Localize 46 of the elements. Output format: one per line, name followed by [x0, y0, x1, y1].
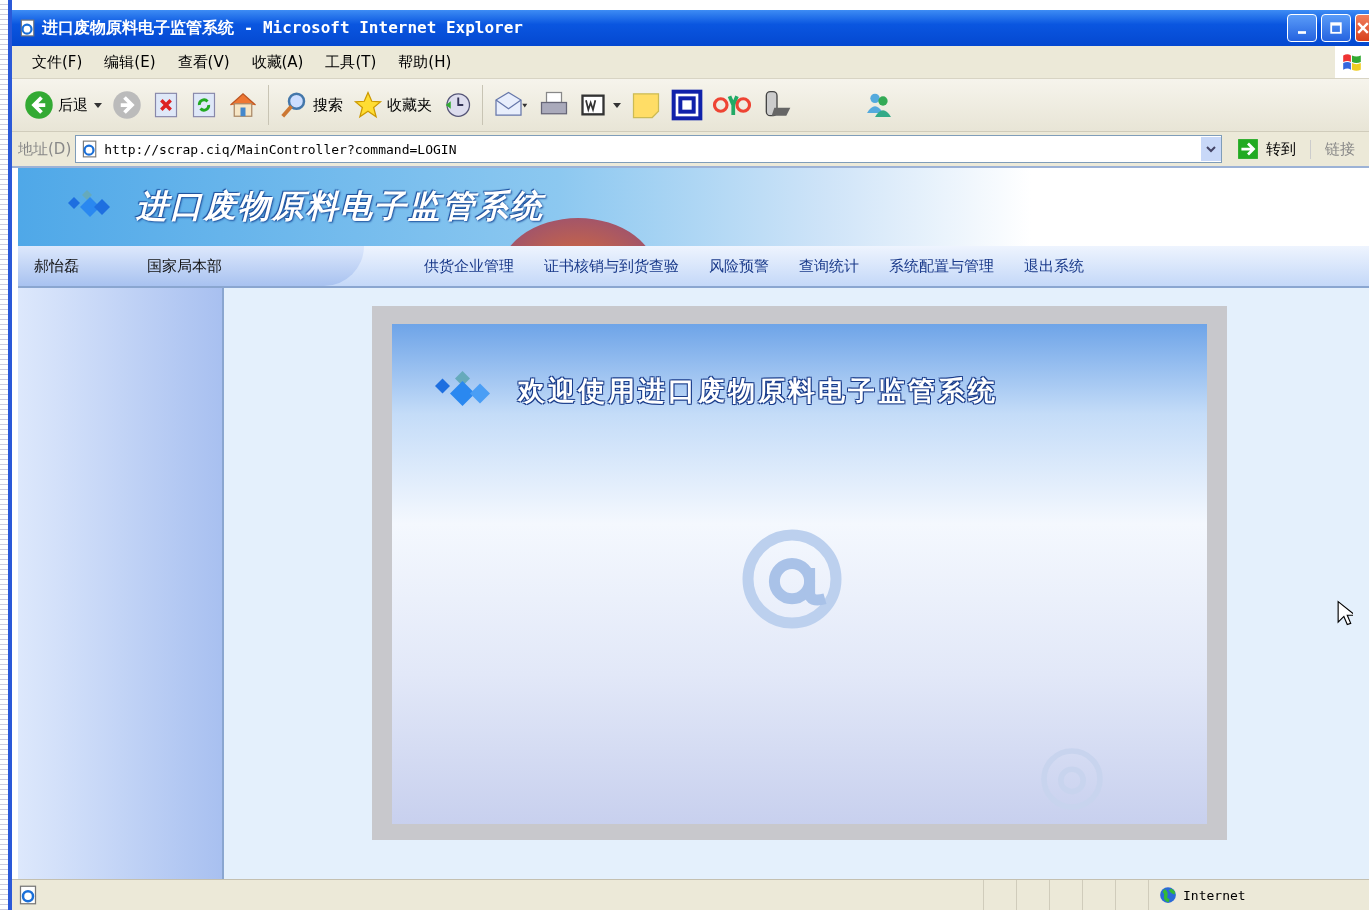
ie-page-icon [18, 885, 38, 905]
back-button[interactable]: 后退 [24, 90, 88, 120]
menu-item[interactable]: 工具(T) [317, 52, 385, 72]
ie-page-icon [18, 19, 36, 37]
nav-link[interactable]: 查询统计 [799, 256, 859, 276]
menu-item[interactable]: 查看(V) [169, 52, 238, 72]
nav-link[interactable]: 退出系统 [1024, 256, 1084, 276]
user-name: 郝怡磊 [34, 256, 79, 276]
menu-item[interactable]: 收藏(A) [243, 52, 312, 72]
minimize-button[interactable] [1287, 14, 1317, 42]
star-icon [353, 90, 383, 120]
nav-link[interactable]: 供货企业管理 [424, 256, 514, 276]
caret-icon[interactable] [94, 102, 102, 108]
windows-logo-icon [1335, 46, 1369, 78]
window-title: 进口废物原料电子监管系统 - Microsoft Internet Explorer [42, 17, 523, 39]
close-icon [1356, 22, 1369, 34]
address-field[interactable]: http://scrap.ciq/MainController?command=LOGIN [75, 135, 1222, 163]
caret-icon[interactable] [613, 102, 621, 108]
minimize-icon [1298, 30, 1306, 34]
nav-link[interactable]: 系统配置与管理 [889, 256, 994, 276]
globe-icon [1159, 886, 1177, 904]
close-button[interactable] [1355, 14, 1369, 42]
address-label: 地址(D) [18, 139, 72, 159]
refresh-icon[interactable] [190, 91, 218, 119]
dropdown-button[interactable] [1201, 137, 1221, 161]
nav-link[interactable]: 风险预警 [709, 256, 769, 276]
chevron-down-icon [1206, 144, 1216, 154]
maximize-button[interactable] [1321, 14, 1351, 42]
menu-item[interactable]: 编辑(E) [96, 52, 164, 72]
home-icon[interactable] [228, 90, 258, 120]
menu-item[interactable]: 帮助(H) [390, 52, 460, 72]
department-name: 国家局本部 [147, 256, 222, 276]
menu-item[interactable]: 文件(F) [24, 52, 91, 72]
mouse-cursor-icon [1337, 600, 1353, 626]
welcome-title: 欢迎使用进口废物原料电子监管系统 [518, 374, 998, 408]
search-button[interactable]: 搜索 [279, 90, 343, 120]
maximize-icon [1330, 22, 1342, 34]
stop-icon[interactable] [152, 91, 180, 119]
banner-title: 进口废物原料电子监管系统 [136, 186, 544, 227]
go-button[interactable]: 转到 [1226, 138, 1306, 160]
square-logo-icon[interactable] [671, 89, 703, 121]
favorites-button[interactable]: 收藏夹 [353, 90, 432, 120]
ie-page-icon [80, 140, 99, 158]
security-zone: Internet [1183, 887, 1246, 903]
nav-link[interactable]: 证书核销与到货查验 [544, 256, 679, 276]
url-text: http://scrap.ciq/MainController?command=LOGIN [104, 141, 457, 157]
